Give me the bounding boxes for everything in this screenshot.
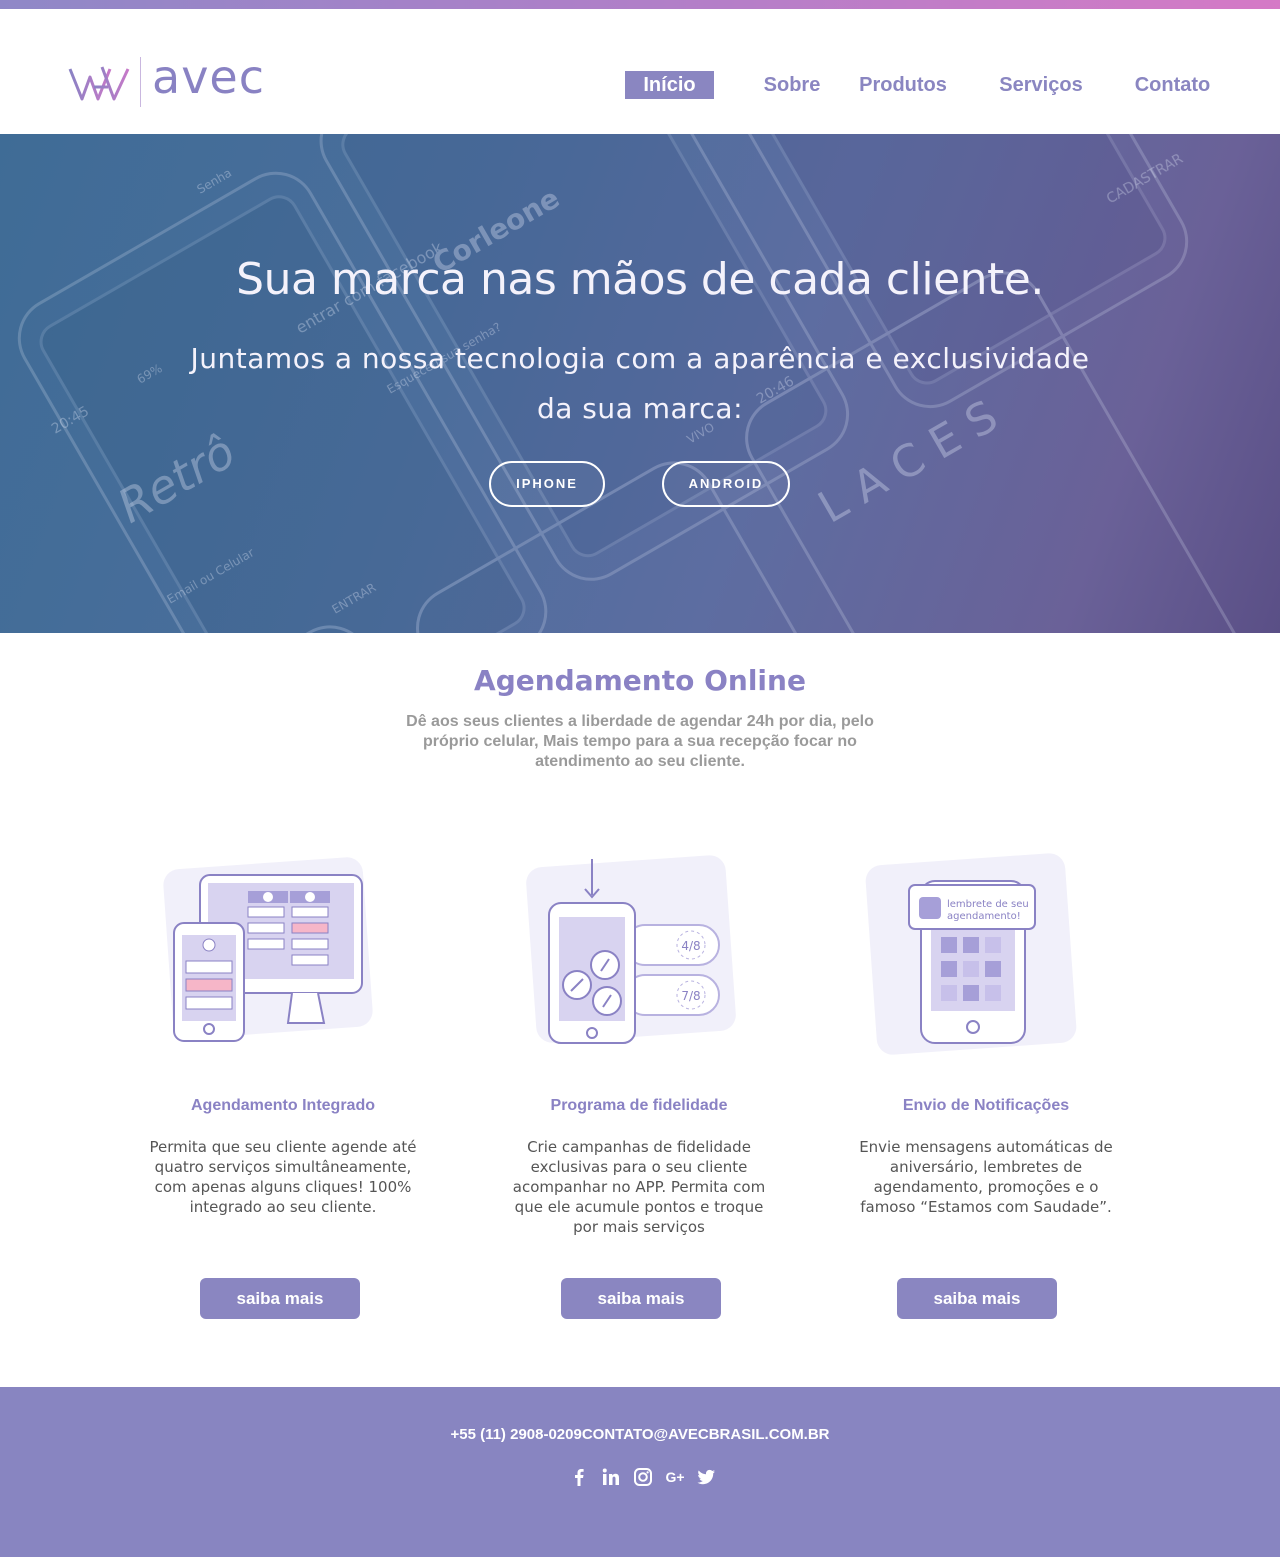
nav-inicio[interactable]: Início <box>625 71 714 99</box>
avec-logo[interactable]: avec <box>68 50 278 111</box>
logo-divider <box>140 57 141 107</box>
feature-text-fidelidade: Crie campanhas de fidelidade exclusivas … <box>512 1138 766 1236</box>
loyalty-card-label-2: 7/8 <box>681 989 700 1003</box>
devices-schedule-illustration-icon <box>163 857 373 1042</box>
feature-text-notificacoes: Envie mensagens automáticas de aniversár… <box>859 1138 1113 1216</box>
nav-sobre[interactable]: Sobre <box>747 71 837 99</box>
top-gradient-bar <box>0 0 1280 9</box>
nav-servicos[interactable]: Serviços <box>991 71 1091 99</box>
feature-text-agendamento: Permita que seu cliente agende até quatr… <box>149 1138 417 1216</box>
twitter-icon[interactable] <box>695 1466 717 1488</box>
hero-subtitle: Juntamos a nossa tecnologia com a aparên… <box>190 334 1090 434</box>
brand-name: avec <box>152 50 266 104</box>
saiba-mais-button-notificacoes[interactable]: saiba mais <box>897 1278 1057 1319</box>
footer-contact: +55 (11) 2908-0209CONTATO@AVECBRASIL.COM… <box>0 1426 1280 1443</box>
android-button[interactable]: ANDROID <box>662 461 790 507</box>
notification-text-line-1: lembrete de seu <box>947 899 1029 910</box>
linkedin-icon[interactable] <box>600 1466 622 1488</box>
site-header: avec Início Sobre Produtos Serviços Cont… <box>0 9 1280 134</box>
feature-title-notificacoes: Envio de Notificações <box>902 1097 1070 1114</box>
google-plus-icon[interactable]: G+ <box>662 1466 688 1488</box>
hero-subtitle-line-2: da sua marca: <box>536 392 744 425</box>
site-footer: +55 (11) 2908-0209CONTATO@AVECBRASIL.COM… <box>0 1387 1280 1557</box>
mockup-text-senha: Senha <box>195 166 235 197</box>
iphone-button[interactable]: IPHONE <box>489 461 605 507</box>
saiba-mais-button-fidelidade[interactable]: saiba mais <box>561 1278 721 1319</box>
footer-phone[interactable]: +55 (11) 2908-0209 <box>450 1426 581 1443</box>
section-title: Agendamento Online <box>474 664 806 697</box>
hero-subtitle-line-1: Juntamos a nossa tecnologia com a aparên… <box>190 342 1090 375</box>
nav-contato[interactable]: Contato <box>1125 71 1220 99</box>
hero-banner: entrar com facebook Senha Esqueceu sua s… <box>0 134 1280 633</box>
section-subtitle: Dê aos seus clientes a liberdade de agen… <box>406 713 874 770</box>
feature-title-agendamento: Agendamento Integrado <box>190 1097 375 1114</box>
loyalty-coins-illustration-icon: 4/8 7/8 <box>526 855 736 1044</box>
google-plus-label: G+ <box>665 1469 684 1485</box>
avec-logo-mark-icon <box>68 66 130 101</box>
hero-title: Sua marca nas mãos de cada cliente. <box>236 254 1044 305</box>
saiba-mais-button-agendamento[interactable]: saiba mais <box>200 1278 360 1319</box>
notification-text-line-2: agendamento! <box>947 911 1021 922</box>
feature-title-fidelidade: Programa de fidelidade <box>550 1097 728 1114</box>
notification-phone-illustration-icon: lembrete de seu agendamento! <box>865 853 1077 1055</box>
footer-email[interactable]: CONTATO@AVECBRASIL.COM.BR <box>582 1426 830 1443</box>
instagram-icon[interactable] <box>632 1466 654 1488</box>
main-nav: Início Sobre Produtos Serviços Contato <box>625 71 1225 101</box>
loyalty-card-label-1: 4/8 <box>681 939 700 953</box>
nav-produtos[interactable]: Produtos <box>853 71 953 99</box>
facebook-icon[interactable] <box>568 1466 590 1488</box>
